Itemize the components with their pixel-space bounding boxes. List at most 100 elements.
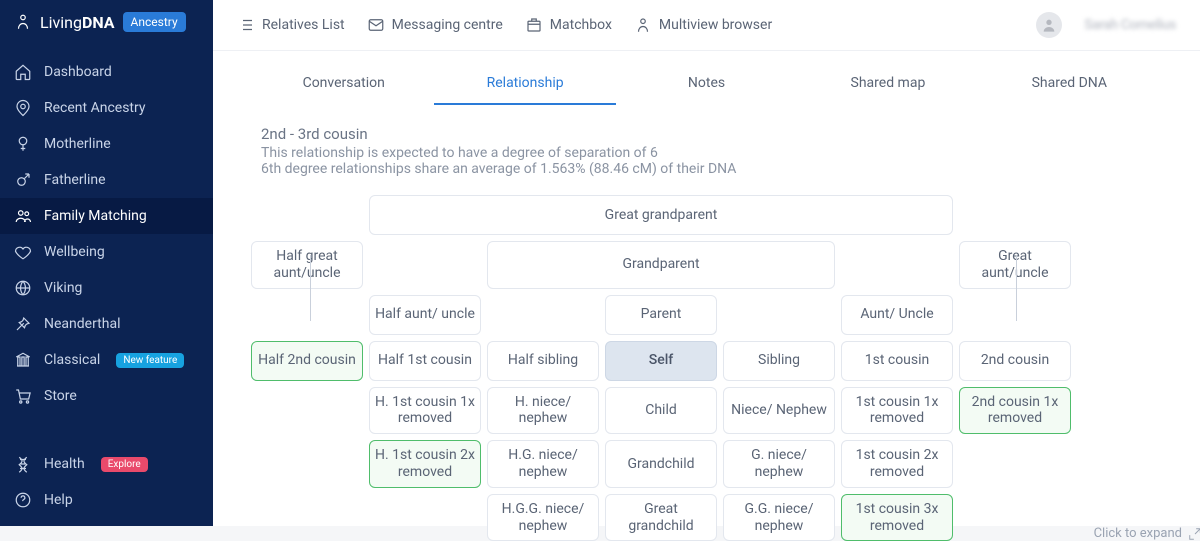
chart-node[interactable]: 2nd cousin [959, 341, 1071, 381]
home-icon [14, 63, 32, 81]
top-link-label: Multiview browser [659, 17, 772, 33]
chart-empty [369, 494, 481, 541]
logo-text: LivingDNA [40, 13, 115, 32]
chart-empty [841, 241, 953, 289]
chart-node[interactable]: G.G. niece/ nephew [723, 494, 835, 541]
heart-icon [14, 243, 32, 261]
top-link-relatives-list[interactable]: Relatives List [237, 16, 345, 34]
connector-line [1016, 255, 1017, 321]
chart-empty [959, 195, 1071, 235]
sidebar-item-store[interactable]: Store [0, 378, 213, 414]
relationship-chart: Great grandparentHalf great aunt/uncleGr… [261, 195, 1152, 541]
chart-grid: Great grandparentHalf great aunt/uncle Gr… [251, 195, 1071, 541]
help-icon [14, 491, 32, 509]
side-nav-bottom: HealthExploreHelp [0, 446, 213, 526]
sidebar-item-wellbeing[interactable]: Wellbeing [0, 234, 213, 270]
chart-node[interactable]: G. niece/ nephew [723, 440, 835, 488]
sidebar-item-dashboard[interactable]: Dashboard [0, 54, 213, 90]
box-icon [525, 16, 543, 34]
expand-hint[interactable]: Click to expand [1094, 526, 1200, 541]
chart-node[interactable]: 2nd cousin 1x removed [959, 387, 1071, 435]
sidebar-pill: New feature [116, 353, 184, 368]
tab-shared-dna[interactable]: Shared DNA [979, 67, 1160, 105]
sidebar-item-neanderthal[interactable]: Neanderthal [0, 306, 213, 342]
chart-empty [251, 494, 363, 541]
tab-shared-map[interactable]: Shared map [797, 67, 978, 105]
sidebar-item-label: Classical [44, 352, 100, 368]
chart-node[interactable]: Great grandchild [605, 494, 717, 541]
chart-node[interactable]: H. 1st cousin 1x removed [369, 387, 481, 435]
sidebar-item-recent-ancestry[interactable]: Recent Ancestry [0, 90, 213, 126]
mail-icon [367, 16, 385, 34]
expand-hint-label: Click to expand [1094, 526, 1182, 541]
sidebar-item-fatherline[interactable]: Fatherline [0, 162, 213, 198]
sidebar-item-viking[interactable]: Viking [0, 270, 213, 306]
chart-node[interactable]: 1st cousin 3x removed [841, 494, 953, 541]
pin-icon [14, 99, 32, 117]
chart-node[interactable]: Parent [605, 295, 717, 335]
chart-empty [251, 387, 363, 435]
chart-node[interactable]: Grandchild [605, 440, 717, 488]
connector-line [310, 255, 311, 321]
chart-empty [959, 440, 1071, 488]
chart-node[interactable]: Grandparent [487, 241, 835, 289]
chart-node[interactable]: Child [605, 387, 717, 435]
logo[interactable]: LivingDNA Ancestry [0, 0, 213, 44]
sidebar: LivingDNA Ancestry Dashboard Recent Ances… [0, 0, 213, 526]
female-icon [14, 135, 32, 153]
logo-icon [14, 13, 32, 31]
chart-node[interactable]: Great aunt/uncle [959, 241, 1071, 289]
tab-notes[interactable]: Notes [616, 67, 797, 105]
list-icon [237, 16, 255, 34]
sidebar-item-label: Family Matching [44, 208, 147, 224]
people-icon [14, 207, 32, 225]
chart-node[interactable]: H.G. niece/ nephew [487, 440, 599, 488]
chart-node[interactable]: Sibling [723, 341, 835, 381]
chart-node[interactable]: Self [605, 341, 717, 381]
tab-relationship[interactable]: Relationship [434, 67, 615, 105]
chart-node[interactable]: 1st cousin 1x removed [841, 387, 953, 435]
username: Sarah Cornelius [1084, 17, 1176, 33]
top-link-messaging-centre[interactable]: Messaging centre [367, 16, 503, 34]
chart-node[interactable]: Aunt/ Uncle [841, 295, 953, 335]
side-nav: Dashboard Recent Ancestry Motherline Father… [0, 54, 213, 446]
top-link-multiview-browser[interactable]: Multiview browser [634, 16, 772, 34]
avatar[interactable] [1036, 12, 1062, 38]
chart-node[interactable]: 1st cousin [841, 341, 953, 381]
chart-empty [251, 440, 363, 488]
content: 2nd - 3rd cousin This relationship is ex… [213, 105, 1200, 541]
chart-node[interactable]: 1st cousin 2x removed [841, 440, 953, 488]
sidebar-item-health[interactable]: HealthExplore [0, 446, 213, 482]
chart-node[interactable]: Half sibling [487, 341, 599, 381]
cart-icon [14, 387, 32, 405]
chart-node[interactable]: Half great aunt/uncle [251, 241, 363, 289]
tab-conversation[interactable]: Conversation [253, 67, 434, 105]
column-icon [14, 351, 32, 369]
chart-node[interactable]: Great grandparent [369, 195, 953, 235]
chart-node[interactable]: H. 1st cousin 2x removed [369, 440, 481, 488]
person-icon [634, 16, 652, 34]
sidebar-item-classical[interactable]: Classical New feature [0, 342, 213, 378]
sidebar-item-label: Neanderthal [44, 316, 120, 332]
sidebar-item-label: Motherline [44, 136, 111, 152]
dna-icon [14, 455, 32, 473]
chart-node[interactable]: Half 2nd cousin [251, 341, 363, 381]
chart-node[interactable]: Half aunt/ uncle [369, 295, 481, 335]
globe-icon [14, 279, 32, 297]
chart-node[interactable]: H. niece/ nephew [487, 387, 599, 435]
chart-empty [369, 241, 481, 289]
sidebar-item-help[interactable]: Help [0, 482, 213, 518]
chart-node[interactable]: Niece/ Nephew [723, 387, 835, 435]
sidebar-item-label: Dashboard [44, 64, 112, 80]
sidebar-item-motherline[interactable]: Motherline [0, 126, 213, 162]
spear-icon [14, 315, 32, 333]
top-link-matchbox[interactable]: Matchbox [525, 16, 612, 34]
tabs: ConversationRelationshipNotesShared mapS… [213, 51, 1200, 105]
sidebar-item-label: Recent Ancestry [44, 100, 146, 116]
sidebar-item-family-matching[interactable]: Family Matching [0, 198, 213, 234]
chart-node[interactable]: H.G.G. niece/ nephew [487, 494, 599, 541]
chart-node[interactable]: Half 1st cousin [369, 341, 481, 381]
sidebar-item-label: Wellbeing [44, 244, 105, 260]
top-link-label: Relatives List [262, 17, 345, 33]
relationship-title: 2nd - 3rd cousin [261, 125, 1152, 143]
